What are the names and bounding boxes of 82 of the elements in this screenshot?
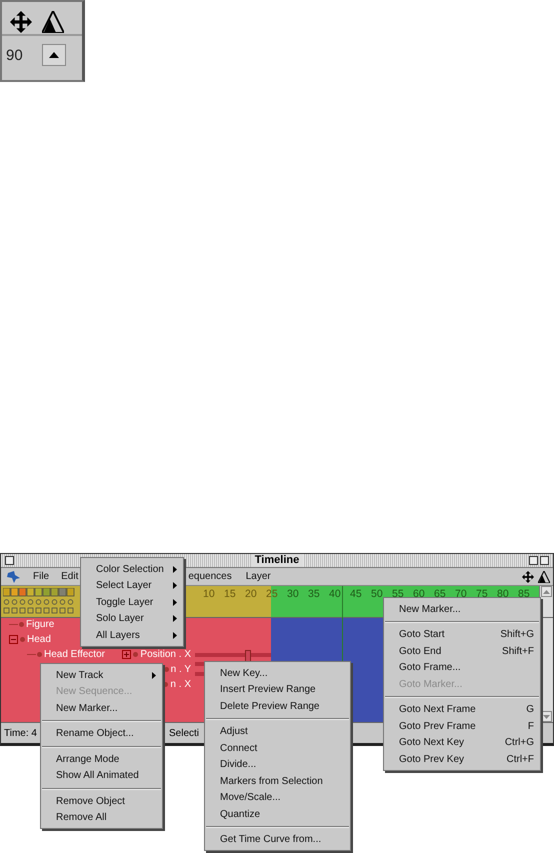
- triangle-icon[interactable]: [538, 570, 550, 582]
- ruler-tick-label: 10: [203, 588, 216, 600]
- menu-item[interactable]: New Marker...: [384, 601, 540, 618]
- menu-item[interactable]: Remove Object: [41, 793, 162, 810]
- value-field[interactable]: 90: [6, 46, 36, 64]
- menu-item[interactable]: Goto Start Shift+G: [384, 626, 540, 643]
- tree-item[interactable]: Figure: [26, 619, 54, 630]
- menu-item[interactable]: Goto Next Key Ctrl+G: [384, 734, 540, 751]
- tree-item[interactable]: n . X: [170, 679, 191, 690]
- menu-bar-item[interactable]: File: [31, 571, 52, 582]
- menu-item[interactable]: Rename Object...: [41, 726, 162, 742]
- ruler-tick-label: 55: [392, 588, 405, 600]
- menu-item[interactable]: Get Time Curve from...: [205, 832, 350, 848]
- menu-item[interactable]: Goto Prev Frame F: [384, 718, 540, 734]
- ruler-tick-label: 65: [434, 588, 447, 600]
- menu-bar-item[interactable]: Edit: [59, 571, 80, 582]
- menu-item[interactable]: Connect: [205, 740, 350, 756]
- ruler-tick-label: 20: [245, 588, 258, 600]
- menu-bar-item[interactable]: Layer: [244, 571, 273, 582]
- ruler-tick-label: 40: [329, 588, 342, 600]
- menu-item[interactable]: Move/Scale...: [205, 790, 350, 806]
- menu-item[interactable]: New Marker...: [41, 700, 162, 716]
- shortcut-label: F: [528, 720, 534, 732]
- menu-item[interactable]: Divide...: [205, 756, 350, 773]
- menu-item[interactable]: Delete Preview Range: [205, 698, 350, 714]
- ruler-tick-label: 35: [308, 588, 321, 600]
- expand-icon[interactable]: [122, 650, 132, 659]
- tree-item[interactable]: Position . X: [140, 649, 191, 660]
- menu-item[interactable]: Solo Layer: [81, 610, 183, 627]
- menu-item[interactable]: Goto Prev Key Ctrl+F: [384, 751, 540, 768]
- menu-bar-item[interactable]: equences: [186, 571, 234, 582]
- status-text: Selecti: [169, 728, 200, 738]
- key-marker[interactable]: [245, 650, 251, 662]
- move-icon[interactable]: [522, 570, 534, 582]
- tree-item[interactable]: n . Y: [170, 664, 191, 675]
- menu-item[interactable]: Arrange Mode: [41, 751, 162, 768]
- layer-controls-drawing[interactable]: [3, 588, 77, 616]
- up-arrow-icon: [49, 52, 59, 58]
- close-box[interactable]: [5, 556, 14, 565]
- shortcut-label: Shift+F: [502, 646, 534, 657]
- move-icon[interactable]: [10, 11, 32, 33]
- menu-item[interactable]: Markers from Selection: [205, 773, 350, 790]
- shortcut-label: Shift+G: [500, 629, 534, 640]
- shortcut-label: G: [526, 704, 534, 716]
- shortcut-label: Ctrl+F: [506, 754, 534, 765]
- ruler-tick-label: 60: [413, 588, 426, 600]
- ruler-tick-label: 70: [455, 588, 468, 600]
- menu-item[interactable]: Goto End Shift+F: [384, 643, 540, 660]
- ruler-tick-label: 80: [497, 588, 510, 600]
- ruler-tick-label: 15: [224, 588, 237, 600]
- increment-button[interactable]: [42, 44, 66, 66]
- tree-item[interactable]: Head Effector: [44, 649, 105, 660]
- ruler-tick-label: 85: [518, 588, 531, 600]
- menu-item[interactable]: Color Selection: [81, 561, 183, 578]
- scroll-up-button[interactable]: [541, 586, 552, 597]
- collapse-icon[interactable]: [9, 635, 18, 644]
- tree-item[interactable]: Head: [27, 634, 51, 645]
- menu-item[interactable]: Adjust: [205, 724, 350, 740]
- menu-item[interactable]: Insert Preview Range: [205, 682, 350, 698]
- menu-item[interactable]: New Key...: [205, 665, 350, 682]
- menu-item[interactable]: Goto Frame...: [384, 660, 540, 676]
- shortcut-label: Ctrl+G: [504, 737, 534, 748]
- pin-icon[interactable]: [7, 570, 21, 582]
- window-title: Timeline: [250, 554, 304, 567]
- triangle-icon[interactable]: [42, 11, 64, 33]
- up-arrow-icon: [543, 590, 550, 594]
- ruler-tick-label: 75: [476, 588, 489, 600]
- menu-item[interactable]: Show All Animated: [41, 768, 162, 784]
- collapse-box[interactable]: [540, 556, 549, 565]
- menu-item[interactable]: Goto Next Frame G: [384, 702, 540, 718]
- status-text: Time: 4: [4, 728, 37, 738]
- menu-item[interactable]: Remove All: [41, 810, 162, 826]
- menu-item[interactable]: All Layers: [81, 627, 183, 644]
- menu-item[interactable]: Toggle Layer: [81, 594, 183, 610]
- menu-item[interactable]: Quantize: [205, 806, 350, 822]
- ruler-tick-label: 45: [350, 588, 363, 600]
- ruler-tick-label: 30: [287, 588, 300, 600]
- down-arrow-icon: [543, 714, 550, 718]
- menu-item[interactable]: Select Layer: [81, 578, 183, 594]
- menu-item[interactable]: New Track: [41, 667, 162, 684]
- ruler-tick-label: 50: [371, 588, 384, 600]
- zoom-box[interactable]: [529, 556, 538, 565]
